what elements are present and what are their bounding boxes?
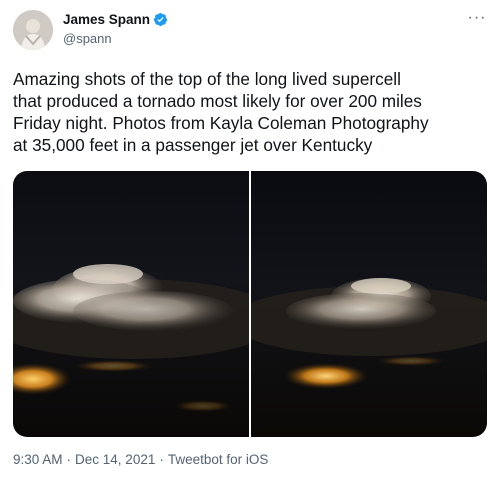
author-name-row[interactable]: James Spann bbox=[63, 12, 168, 27]
photo-1[interactable] bbox=[13, 171, 249, 437]
avatar[interactable] bbox=[13, 10, 53, 50]
tweet-card: James Spann @spann ··· Amazing shots of … bbox=[0, 0, 499, 482]
tweet-meta: 9:30 AM · Dec 14, 2021 · Tweetbot for iO… bbox=[13, 452, 268, 467]
meta-separator: · bbox=[159, 452, 164, 467]
tweet-source[interactable]: Tweetbot for iOS bbox=[168, 452, 269, 467]
tweet-text: Amazing shots of the top of the long liv… bbox=[13, 69, 429, 155]
author-name[interactable]: James Spann bbox=[63, 12, 150, 27]
media-grid bbox=[13, 171, 487, 437]
photo-2[interactable] bbox=[251, 171, 487, 437]
author-handle[interactable]: @spann bbox=[63, 31, 112, 46]
verified-badge-icon bbox=[153, 12, 168, 27]
tweet-date[interactable]: Dec 14, 2021 bbox=[75, 452, 155, 467]
more-options-icon[interactable]: ··· bbox=[465, 8, 489, 28]
meta-separator: · bbox=[66, 452, 72, 467]
tweet-time[interactable]: 9:30 AM bbox=[13, 452, 63, 467]
